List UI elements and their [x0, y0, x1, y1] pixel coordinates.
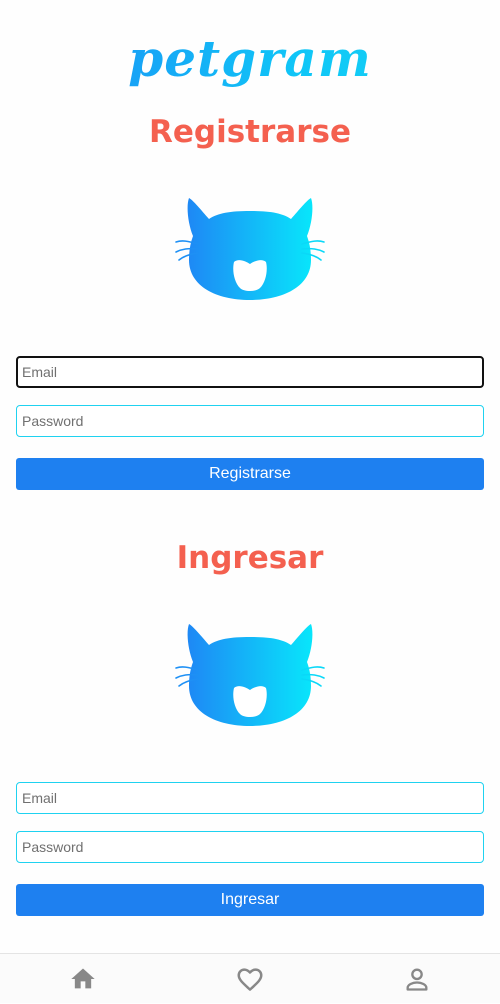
nav-home-link[interactable]: [53, 954, 113, 1004]
app-logo: petgram: [0, 24, 500, 94]
cat-icon: [175, 198, 325, 300]
register-button[interactable]: Registrarse: [16, 458, 484, 490]
login-button[interactable]: Ingresar: [16, 884, 484, 916]
user-icon: [406, 968, 428, 991]
login-title: Ingresar: [176, 540, 324, 576]
home-icon: [71, 968, 95, 989]
register-email-input[interactable]: [16, 356, 484, 388]
login-password-input[interactable]: [16, 831, 484, 863]
nav-user-link[interactable]: [387, 954, 447, 1004]
cat-icon: [175, 624, 325, 726]
login-email-input[interactable]: [16, 782, 484, 814]
nav-favorites-link[interactable]: [220, 954, 280, 1004]
bottom-navbar: [0, 953, 500, 1003]
heart-icon: [237, 968, 263, 991]
register-password-input[interactable]: [16, 405, 484, 437]
register-title: Registrarse: [149, 114, 351, 150]
